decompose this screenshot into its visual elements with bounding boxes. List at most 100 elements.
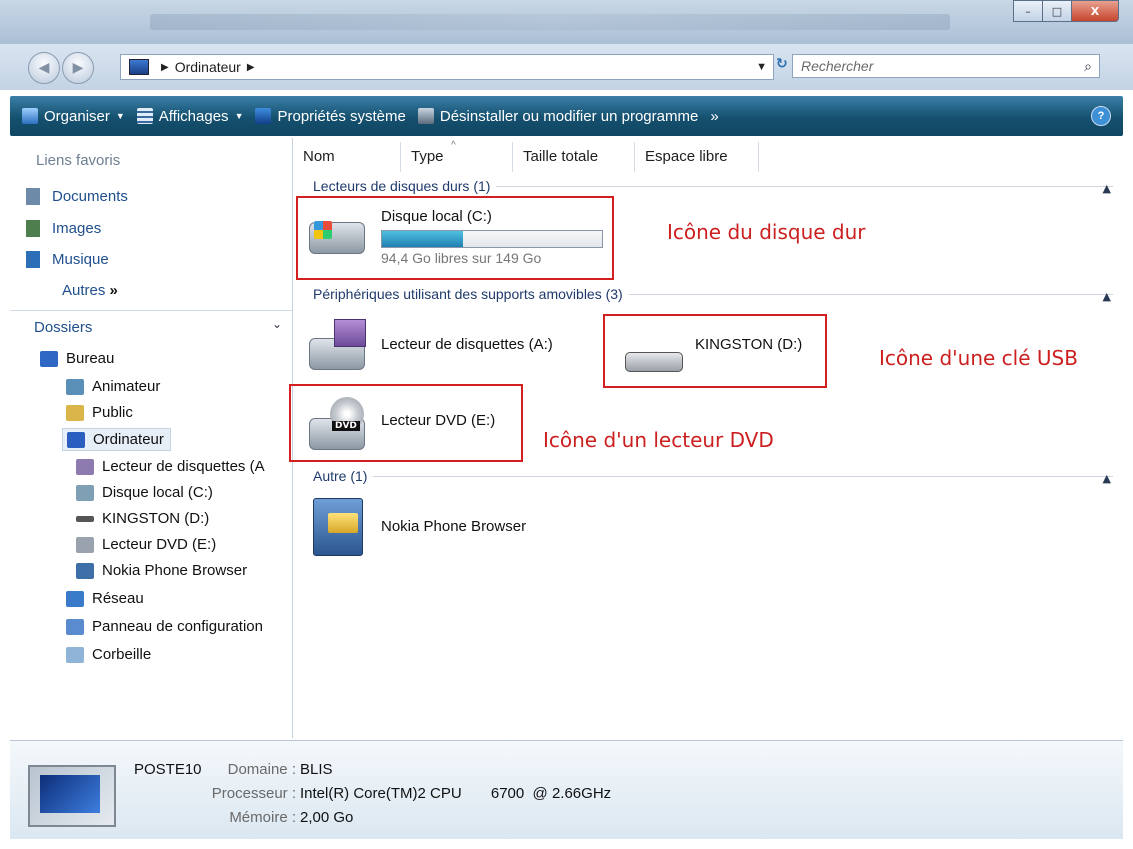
tree-item-dvd[interactable]: Lecteur DVD (E:): [76, 536, 216, 553]
forward-arrow-icon: ▶: [72, 60, 84, 76]
views-icon: [136, 108, 153, 124]
group-label: Autre (1): [313, 468, 368, 484]
tree-item-public[interactable]: Public: [66, 404, 133, 421]
desinstaller-label: Désinstaller ou modifier un programme: [439, 107, 699, 125]
group-header-other[interactable]: Autre (1): [313, 468, 1113, 484]
monitor-screen: [40, 775, 100, 813]
tree-label: Nokia Phone Browser: [102, 562, 248, 579]
search-icon[interactable]: ⌕: [1077, 58, 1099, 75]
address-bar[interactable]: ▶ Ordinateur ▶ ▼: [120, 54, 774, 80]
dossiers-header[interactable]: Dossiers ⌄: [10, 310, 292, 341]
tree-item-corbeille[interactable]: Corbeille: [66, 646, 151, 663]
affichages-label: Affichages: [158, 107, 229, 125]
group-header-hdd[interactable]: Lecteurs de disques durs (1): [313, 178, 1113, 194]
command-bar: Organiser ▼ Affichages ▼ Propriétés syst…: [10, 96, 1123, 136]
annotation-box-dvd: [289, 384, 523, 462]
group-divider: [496, 185, 1113, 187]
annotation-usb: Icône d'une clé USB: [879, 346, 1078, 370]
tree-label: Ordinateur: [93, 431, 164, 448]
window-controls: – □ X: [1013, 0, 1119, 22]
autres-link[interactable]: Autres »: [62, 282, 118, 299]
floppy-drive-icon: [309, 319, 366, 370]
tree-item-nokia[interactable]: Nokia Phone Browser: [76, 562, 247, 579]
chevron-down-icon: ▼: [234, 111, 244, 121]
tree-item-animateur[interactable]: Animateur: [66, 378, 160, 395]
navigation-pane: Liens favoris Documents Images Musique A…: [10, 138, 293, 738]
fav-documents[interactable]: Documents: [26, 188, 128, 205]
help-icon[interactable]: ?: [1091, 106, 1111, 126]
collapse-chevron-icon[interactable]: ▲: [1103, 472, 1111, 485]
organiser-label: Organiser: [44, 107, 110, 125]
hard-drive-icon: [76, 484, 94, 501]
address-dropdown-icon[interactable]: ▼: [756, 61, 773, 73]
desktop-icon: [40, 350, 58, 367]
processor-value: Intel(R) Core(TM)2 CPU 6700 @ 2.66GHz: [300, 785, 612, 802]
computer-monitor-icon: [28, 765, 116, 827]
proprietes-systeme-button[interactable]: Propriétés système: [255, 108, 406, 125]
desinstaller-button[interactable]: Désinstaller ou modifier un programme: [417, 107, 699, 125]
music-icon: [26, 251, 40, 268]
folder-icon: [66, 404, 84, 421]
programs-icon: [417, 108, 434, 124]
more-commands-button[interactable]: »: [710, 108, 718, 125]
title-bar: – □ X: [0, 0, 1133, 44]
memory-label: Mémoire :: [229, 809, 296, 826]
tree-label: Réseau: [92, 590, 144, 607]
content-pane: Nom Type ^ Taille totale Espace libre Le…: [289, 138, 1133, 738]
images-icon: [26, 220, 40, 237]
computer-icon: [67, 431, 85, 448]
column-nom[interactable]: Nom: [293, 142, 401, 172]
tree-label: Public: [92, 404, 133, 421]
chevron-down-icon[interactable]: ⌄: [272, 317, 282, 331]
system-properties-icon: [255, 108, 272, 124]
annotation-hdd: Icône du disque dur: [667, 220, 866, 244]
column-espace-libre[interactable]: Espace libre: [635, 142, 759, 172]
fav-label: Images: [52, 220, 102, 237]
column-taille-totale[interactable]: Taille totale: [513, 142, 635, 172]
fav-musique[interactable]: Musique: [26, 251, 109, 268]
maximize-button[interactable]: □: [1042, 0, 1072, 22]
tree-item-disque-c[interactable]: Disque local (C:): [76, 484, 213, 501]
tree-item-panneau[interactable]: Panneau de configuration: [66, 618, 263, 635]
autres-label: Autres: [62, 282, 106, 299]
breadcrumb-separator-icon[interactable]: ▶: [247, 62, 255, 73]
memory-value: 2,00 Go: [300, 809, 354, 826]
phone-browser-icon: [76, 562, 94, 579]
affichages-menu[interactable]: Affichages ▼: [136, 107, 244, 125]
navigation-bar: ◀ ▶ ▶ Ordinateur ▶ ▼ ↻ Rechercher ⌕: [0, 44, 1133, 90]
tree-label: KINGSTON (D:): [102, 510, 210, 527]
control-panel-icon: [66, 618, 84, 635]
tree-item-reseau[interactable]: Réseau: [66, 590, 144, 607]
fav-label: Documents: [52, 188, 128, 205]
breadcrumb-separator-icon[interactable]: ▶: [161, 62, 169, 73]
column-type[interactable]: Type ^: [401, 140, 513, 172]
tree-item-ordinateur[interactable]: Ordinateur: [62, 428, 171, 451]
item-name: Nokia Phone Browser: [381, 518, 527, 535]
domain-label: Domaine :: [227, 761, 296, 778]
forward-button[interactable]: ▶: [62, 52, 94, 84]
organiser-menu[interactable]: Organiser ▼: [22, 108, 125, 125]
blurred-title-area: [150, 14, 950, 30]
back-button[interactable]: ◀: [28, 52, 60, 84]
recycle-bin-icon: [66, 646, 84, 663]
item-name: Lecteur de disquettes (A:): [381, 336, 553, 353]
close-button[interactable]: X: [1071, 0, 1119, 22]
collapse-chevron-icon[interactable]: ▲: [1103, 182, 1111, 195]
tree-item-kingston[interactable]: KINGSTON (D:): [76, 510, 209, 527]
dossiers-label: Dossiers: [34, 319, 93, 336]
group-divider: [373, 475, 1113, 477]
search-input[interactable]: Rechercher ⌕: [792, 54, 1100, 78]
annotation-box-usb: [603, 314, 827, 388]
documents-icon: [26, 188, 40, 205]
breadcrumb-ordinateur[interactable]: Ordinateur: [175, 59, 241, 75]
minimize-button[interactable]: –: [1013, 0, 1043, 22]
group-label: Périphériques utilisant des supports amo…: [313, 286, 623, 302]
tree-label: Corbeille: [92, 646, 152, 663]
group-header-removable[interactable]: Périphériques utilisant des supports amo…: [313, 286, 1113, 302]
processor-label: Processeur :: [211, 785, 296, 802]
tree-item-bureau[interactable]: Bureau: [40, 350, 114, 367]
tree-item-floppy[interactable]: Lecteur de disquettes (A: [76, 458, 265, 475]
fav-images[interactable]: Images: [26, 220, 101, 237]
collapse-chevron-icon[interactable]: ▲: [1103, 290, 1111, 303]
sort-ascending-icon: ^: [451, 140, 456, 151]
